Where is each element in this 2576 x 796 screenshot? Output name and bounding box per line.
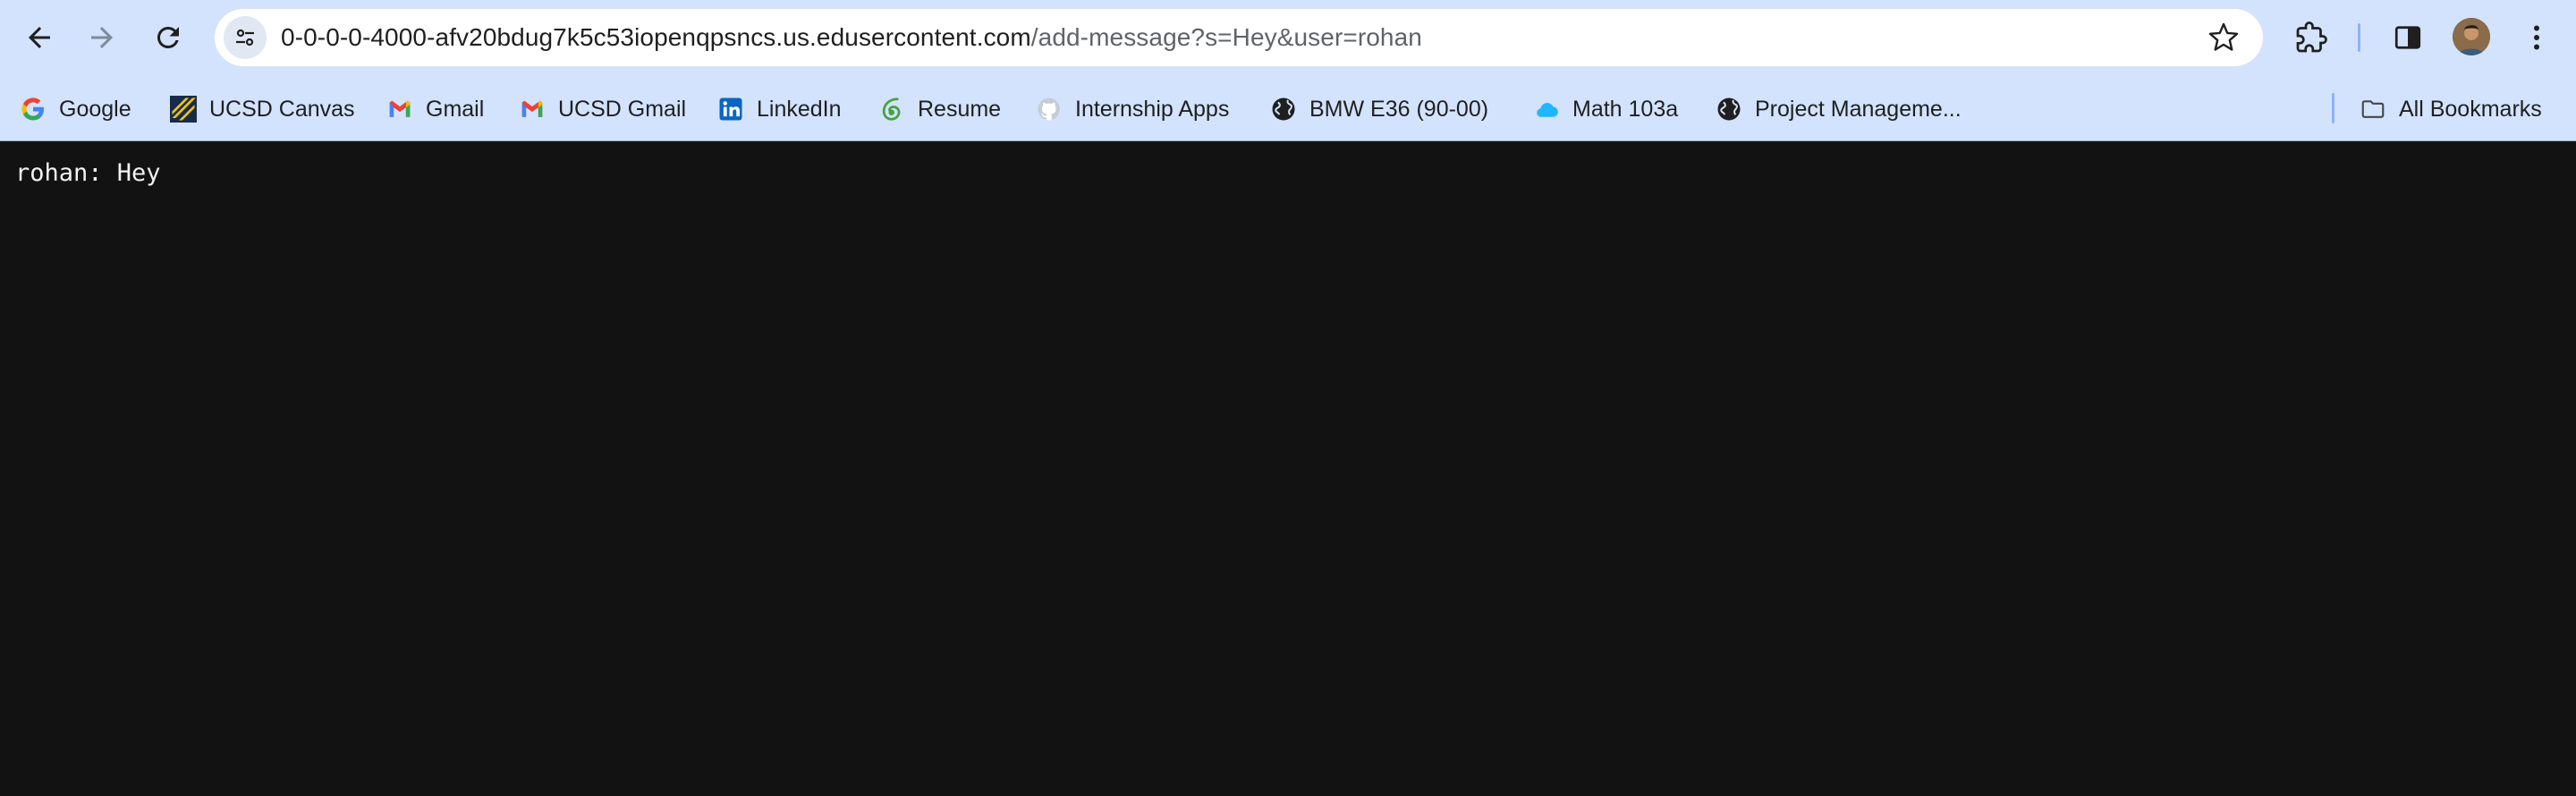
all-bookmarks-button[interactable]: All Bookmarks: [2360, 89, 2542, 129]
side-panel-button[interactable]: [2386, 16, 2429, 59]
globe-icon: [1270, 96, 1297, 123]
canvas-icon: [170, 96, 197, 123]
browser-chrome: 0-0-0-0-4000-afv20bdug7k5c53iopenqpsncs.…: [0, 0, 2576, 141]
linkedin-icon: [717, 96, 744, 123]
bookmark-math-103a[interactable]: Math 103a: [1533, 89, 1678, 129]
star-outline-icon: [2208, 22, 2239, 51]
bookmark-ucsd-canvas[interactable]: UCSD Canvas: [170, 89, 355, 129]
bookmark-google[interactable]: Google: [20, 89, 131, 129]
bookmark-label: LinkedIn: [757, 96, 842, 122]
bookmark-project-management[interactable]: Project Manageme...: [1716, 89, 1962, 129]
bookmark-internship-apps[interactable]: Internship Apps: [1036, 89, 1229, 129]
gmail-icon: [386, 96, 413, 123]
globe-icon: [1716, 96, 1742, 123]
back-button[interactable]: [14, 13, 64, 63]
url-text[interactable]: 0-0-0-0-4000-afv20bdug7k5c53iopenqpsncs.…: [281, 9, 1422, 66]
folder-icon: [2360, 96, 2386, 123]
bookmark-resume[interactable]: Resume: [878, 89, 1001, 129]
bookmark-bmw-e36[interactable]: BMW E36 (90-00): [1270, 89, 1488, 129]
all-bookmarks-label: All Bookmarks: [2399, 96, 2542, 122]
extensions-button[interactable]: [2290, 16, 2333, 59]
bookmark-label: UCSD Canvas: [209, 96, 355, 122]
overleaf-icon: [878, 96, 905, 123]
site-info-button[interactable]: [224, 16, 267, 59]
github-icon: [1036, 96, 1063, 123]
bookmark-label: UCSD Gmail: [558, 96, 687, 122]
avatar-icon: [2453, 18, 2490, 55]
reload-button[interactable]: [143, 13, 193, 63]
url-path: /add-message?s=Hey&user=rohan: [1030, 23, 1422, 51]
bookmark-star-button[interactable]: [2206, 20, 2241, 55]
bookmark-label: Resume: [918, 96, 1002, 122]
kebab-menu-icon: [2534, 25, 2539, 50]
bookmark-gmail[interactable]: Gmail: [386, 89, 484, 129]
puzzle-icon: [2296, 21, 2327, 53]
bookmark-label: Internship Apps: [1075, 96, 1230, 122]
gmail-icon: [519, 96, 546, 123]
forward-button[interactable]: [77, 13, 127, 63]
cloud-icon: [1533, 96, 1560, 123]
bookmarks-bar: Google UCSD Canvas Gmail UCSD Gmail Link…: [0, 84, 2576, 134]
bookmark-linkedin[interactable]: LinkedIn: [717, 89, 842, 129]
arrow-left-icon: [29, 27, 50, 48]
chat-message: rohan: Hey: [15, 159, 161, 187]
arrow-right-icon: [91, 27, 113, 48]
side-panel-icon: [2394, 26, 2421, 49]
profile-avatar[interactable]: [2453, 18, 2490, 55]
chrome-menu-button[interactable]: [2515, 16, 2558, 59]
page-content: rohan: Hey: [0, 141, 2576, 796]
bookmark-label: Google: [59, 96, 131, 122]
tune-icon: [236, 29, 254, 47]
bookmark-ucsd-gmail[interactable]: UCSD Gmail: [519, 89, 686, 129]
bookmark-label: Math 103a: [1572, 96, 1679, 122]
bookmarks-separator: [2332, 93, 2334, 123]
bookmark-label: BMW E36 (90-00): [1309, 96, 1489, 122]
url-host: 0-0-0-0-4000-afv20bdug7k5c53iopenqpsncs.…: [281, 23, 1031, 51]
toolbar-separator: [2358, 23, 2360, 52]
reload-icon: [157, 26, 179, 48]
bookmark-label: Project Manageme...: [1755, 96, 1962, 122]
google-icon: [20, 96, 47, 123]
bookmark-label: Gmail: [426, 96, 485, 122]
address-bar[interactable]: 0-0-0-0-4000-afv20bdug7k5c53iopenqpsncs.…: [215, 9, 2263, 66]
